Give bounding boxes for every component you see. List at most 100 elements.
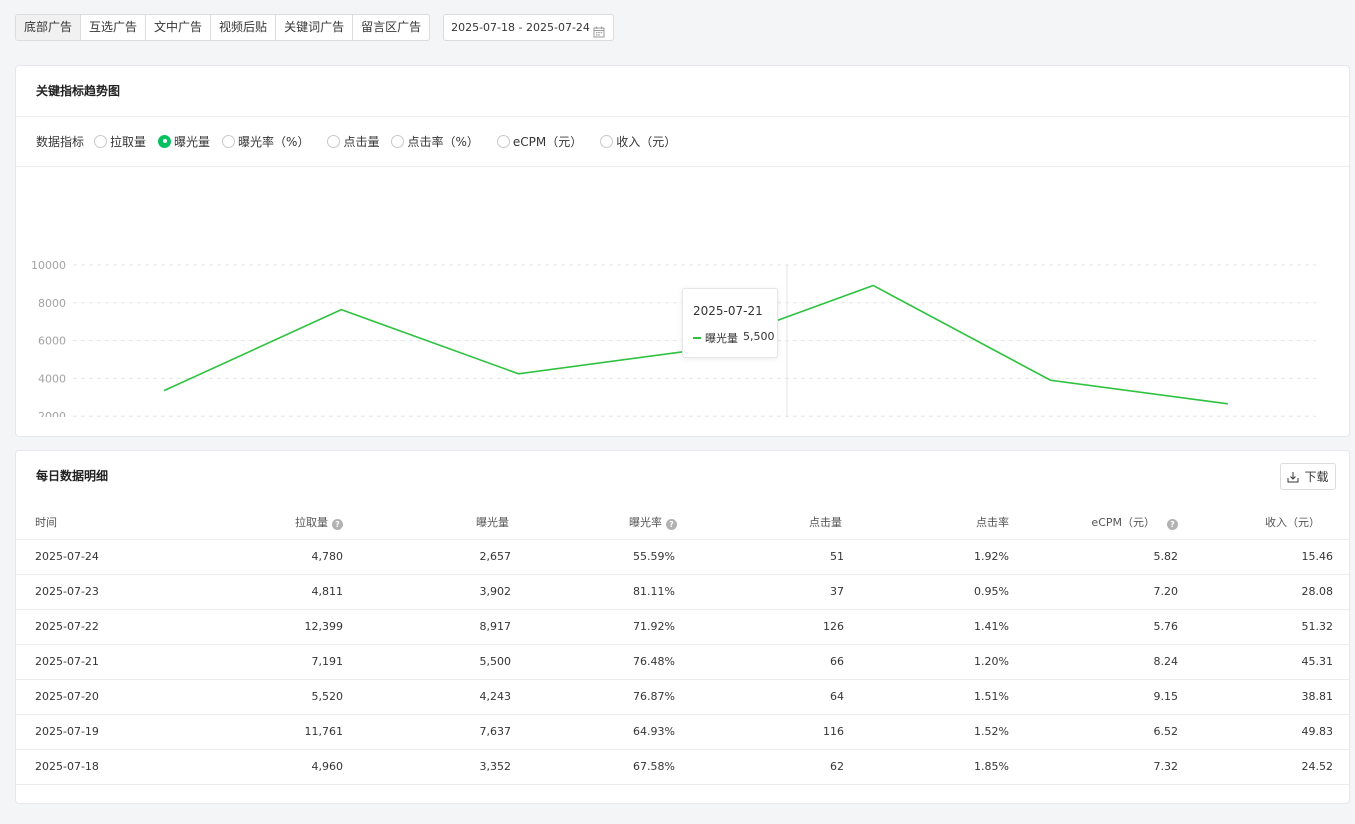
table-header-row: 时间 拉取量? 曝光量 曝光率? 点击量 点击率 eCPM（元）? 收入（元） bbox=[16, 505, 1349, 540]
metric-selector: 数据指标 拉取量 曝光量 曝光率（%） 点击量 点击率（%） eCPM（元） 收… bbox=[36, 133, 688, 149]
table-cell: 6.52 bbox=[1011, 714, 1178, 750]
table-cell: 37 bbox=[677, 574, 844, 610]
metric-radio-exposure-rate[interactable]: 曝光率（%） bbox=[222, 133, 309, 150]
table-cell: 49.83 bbox=[1178, 714, 1349, 750]
table-body: 2025-07-24 4,780 2,657 55.59% 51 1.92% 5.82 15.… bbox=[16, 539, 1349, 785]
table-cell: 1.52% bbox=[844, 714, 1011, 750]
daily-title: 每日数据明细 bbox=[36, 469, 109, 483]
table-cell: 7.32 bbox=[1011, 749, 1178, 785]
metric-radio-ctr[interactable]: 点击率（%） bbox=[391, 133, 479, 150]
tab-in-article-ad[interactable]: 文中广告 bbox=[146, 15, 212, 40]
table-cell: 1.41% bbox=[844, 609, 1011, 645]
cell-date: 2025-07-21 bbox=[16, 644, 196, 680]
table-cell: 5.82 bbox=[1011, 539, 1178, 575]
metric-radio-revenue[interactable]: 收入（元） bbox=[600, 133, 676, 150]
table-cell: 116 bbox=[677, 714, 844, 750]
table-cell: 76.87% bbox=[511, 679, 677, 715]
cell-date: 2025-07-19 bbox=[16, 714, 196, 750]
y-tick-label: 10000 bbox=[31, 259, 66, 272]
download-label: 下载 bbox=[1304, 470, 1329, 484]
table-cell: 5,500 bbox=[343, 644, 511, 680]
tooltip-value: 5,500 bbox=[743, 330, 775, 343]
col-header-clicks: 点击量 bbox=[677, 505, 844, 540]
table-cell: 64 bbox=[677, 679, 844, 715]
tooltip-legend-swatch bbox=[693, 337, 701, 339]
daily-table: 时间 拉取量? 曝光量 曝光率? 点击量 点击率 eCPM（元）? 收入（元） … bbox=[16, 505, 1349, 785]
table-cell: 15.46 bbox=[1178, 539, 1349, 575]
cell-date: 2025-07-22 bbox=[16, 609, 196, 645]
cell-date: 2025-07-18 bbox=[16, 749, 196, 785]
y-tick-label: 8000 bbox=[38, 297, 66, 310]
table-cell: 5.76 bbox=[1011, 609, 1178, 645]
table-row: 2025-07-23 4,811 3,902 81.11% 37 0.95% 7.20 28.… bbox=[16, 574, 1349, 610]
radio-icon bbox=[496, 134, 510, 148]
table-cell: 11,761 bbox=[196, 714, 343, 750]
table-cell: 28.08 bbox=[1178, 574, 1349, 610]
table-cell: 51.32 bbox=[1178, 609, 1349, 645]
tab-keyword-ad[interactable]: 关键词广告 bbox=[276, 15, 354, 40]
table-cell: 81.11% bbox=[511, 574, 677, 610]
table-cell: 8,917 bbox=[343, 609, 511, 645]
table-row: 2025-07-20 5,520 4,243 76.87% 64 1.51% 9.15 38.… bbox=[16, 679, 1349, 715]
table-cell: 9.15 bbox=[1011, 679, 1178, 715]
tab-video-post-ad[interactable]: 视频后贴 bbox=[211, 15, 277, 40]
cell-date: 2025-07-20 bbox=[16, 679, 196, 715]
metric-label: 数据指标 bbox=[36, 134, 85, 149]
table-row: 2025-07-22 12,399 8,917 71.92% 126 1.41% 5.76 5… bbox=[16, 609, 1349, 645]
table-cell: 51 bbox=[677, 539, 844, 575]
chart-y-axis: 0200040006000800010000 bbox=[31, 259, 66, 417]
table-cell: 1.85% bbox=[844, 749, 1011, 785]
table-cell: 7,637 bbox=[343, 714, 511, 750]
table-cell: 38.81 bbox=[1178, 679, 1349, 715]
col-header-exposure: 曝光量 bbox=[343, 505, 511, 540]
tab-bottom-ad[interactable]: 底部广告 bbox=[16, 15, 82, 40]
tab-comment-ad[interactable]: 留言区广告 bbox=[353, 15, 429, 40]
chart-tooltip: 2025-07-21 曝光量 5,500 bbox=[682, 288, 778, 358]
table-cell: 1.92% bbox=[844, 539, 1011, 575]
metric-radio-exposure[interactable]: 曝光量 bbox=[158, 133, 210, 150]
y-tick-label: 4000 bbox=[38, 372, 66, 385]
metric-option-label: 点击率（%） bbox=[407, 134, 479, 149]
radio-icon bbox=[327, 134, 341, 148]
table-cell: 2,657 bbox=[343, 539, 511, 575]
radio-icon bbox=[600, 134, 614, 148]
metric-option-label: eCPM（元） bbox=[512, 134, 583, 149]
table-row: 2025-07-18 4,960 3,352 67.58% 62 1.85% 7.32 24.… bbox=[16, 749, 1349, 785]
table-cell: 8.24 bbox=[1011, 644, 1178, 680]
radio-icon bbox=[94, 134, 108, 148]
download-icon bbox=[1287, 471, 1299, 482]
calendar-icon[interactable] bbox=[593, 22, 605, 47]
col-header-ecpm: eCPM（元）? bbox=[1011, 505, 1178, 540]
help-icon[interactable]: ? bbox=[666, 518, 677, 530]
metric-option-label: 点击量 bbox=[343, 134, 380, 149]
help-icon[interactable]: ? bbox=[332, 518, 343, 530]
table-cell: 45.31 bbox=[1178, 644, 1349, 680]
trend-title: 关键指标趋势图 bbox=[36, 84, 121, 98]
trend-card: 关键指标趋势图 数据指标 拉取量 曝光量 曝光率（%） 点击量 点击率（%） e… bbox=[15, 65, 1350, 437]
tab-mutual-ad[interactable]: 互选广告 bbox=[81, 15, 147, 40]
table-cell: 3,352 bbox=[343, 749, 511, 785]
y-tick-label: 2000 bbox=[38, 410, 66, 417]
table-cell: 7,191 bbox=[196, 644, 343, 680]
table-row: 2025-07-24 4,780 2,657 55.59% 51 1.92% 5.82 15.… bbox=[16, 539, 1349, 575]
radio-checked-icon bbox=[158, 134, 172, 148]
table-cell: 1.51% bbox=[844, 679, 1011, 715]
divider bbox=[16, 116, 1349, 117]
table-cell: 7.20 bbox=[1011, 574, 1178, 610]
metric-radio-ecpm[interactable]: eCPM（元） bbox=[496, 133, 583, 150]
metric-option-label: 曝光量 bbox=[174, 134, 211, 149]
metric-radio-pull[interactable]: 拉取量 bbox=[94, 133, 146, 150]
tooltip-date: 2025-07-21 bbox=[693, 304, 763, 318]
col-header-label: 拉取量 bbox=[295, 515, 328, 529]
col-header-pull: 拉取量? bbox=[196, 505, 343, 540]
table-cell: 55.59% bbox=[511, 539, 677, 575]
table-cell: 126 bbox=[677, 609, 844, 645]
help-icon[interactable]: ? bbox=[1167, 518, 1178, 530]
table-row: 2025-07-21 7,191 5,500 76.48% 66 1.20% 8.24 45.… bbox=[16, 644, 1349, 680]
download-button[interactable]: 下载 bbox=[1280, 463, 1336, 490]
table-cell: 4,960 bbox=[196, 749, 343, 785]
metric-radio-clicks[interactable]: 点击量 bbox=[327, 133, 379, 150]
col-header-revenue: 收入（元） bbox=[1178, 505, 1349, 540]
y-tick-label: 6000 bbox=[38, 335, 66, 348]
date-range-picker[interactable]: 2025-07-18 - 2025-07-24 bbox=[443, 14, 615, 41]
